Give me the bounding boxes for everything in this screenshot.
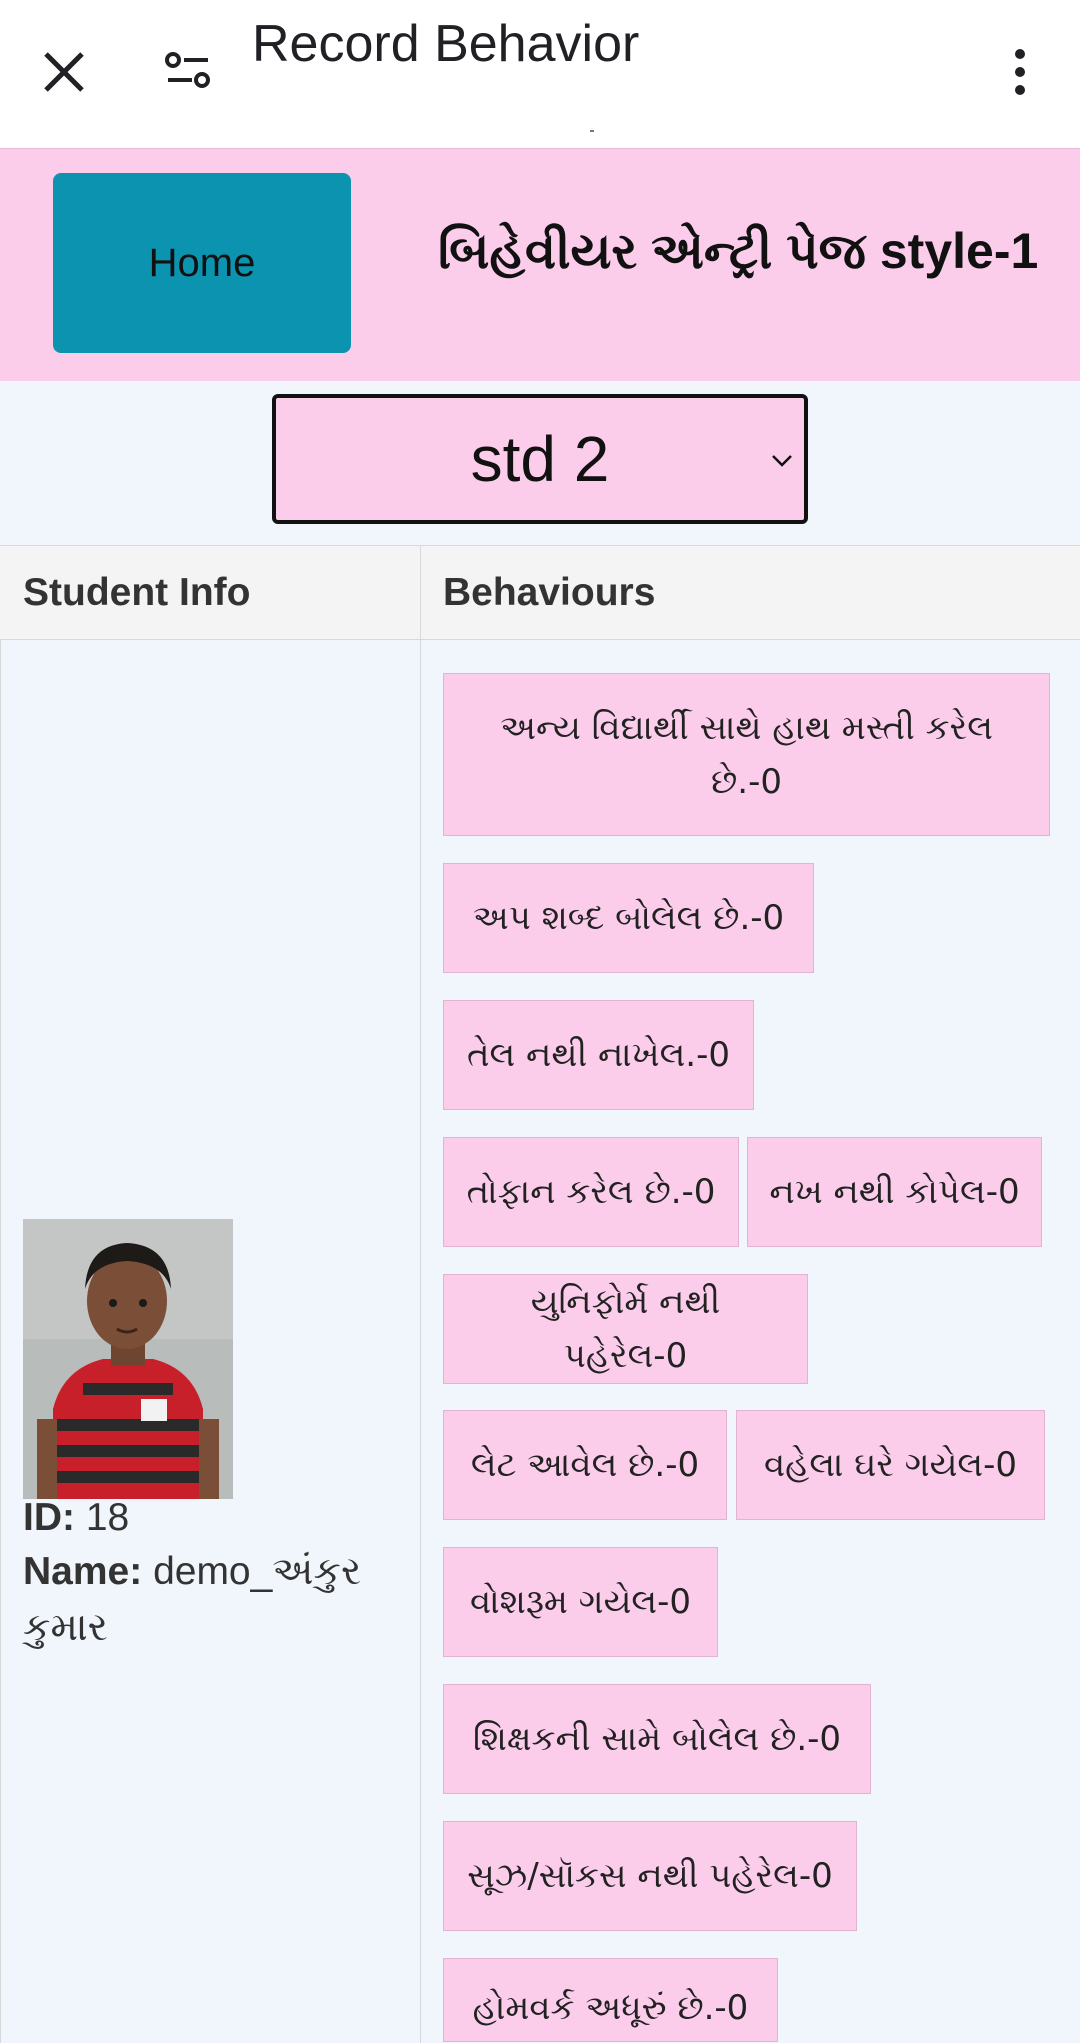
app-bar: Record Behavior [0,0,1080,148]
student-id-line: ID: 18 [23,1496,129,1540]
behaviour-button[interactable]: અન્ય વિદ્યાર્થી સાથે હાથ મસ્તી કરેલ છે.-… [443,673,1050,836]
behaviour-button[interactable]: શિક્ષકની સામે બોલેલ છે.-0 [443,1684,871,1794]
behaviour-button[interactable]: નખ નથી કોપેલ-0 [747,1137,1042,1247]
more-options-icon[interactable] [1000,44,1040,100]
home-button[interactable]: Home [53,173,351,353]
behaviour-button[interactable]: વોશરૂમ ગયેલ-0 [443,1547,718,1657]
student-name-label: Name: [23,1550,143,1593]
table-border [0,546,1,2043]
behaviour-button[interactable]: યુનિફોર્મ નથી પહેરેલ-0 [443,1274,808,1384]
page-title: Record Behavior [252,15,640,73]
standard-select-value: std 2 [470,423,610,495]
chevron-down-icon [772,455,792,467]
page-heading: બિહેવીયર એન્ટ્રી પેજ style-1 [438,223,1039,279]
table-header-row: Student Info Behaviours [0,546,1080,640]
standard-select[interactable]: std 2 [272,394,808,524]
behaviour-button[interactable]: અપ શબ્દ બોલેલ છે.-0 [443,863,814,973]
header-behaviours: Behaviours [443,570,656,614]
student-id-value: 18 [85,1496,130,1539]
student-photo-image [23,1219,233,1499]
column-divider [420,546,421,2043]
header-student-info: Student Info [23,570,251,614]
filter-settings-icon[interactable] [160,44,216,100]
behaviour-button[interactable]: તેલ નથી નાખેલ.-0 [443,1000,754,1110]
progress-dot [590,130,594,132]
behaviour-button[interactable]: વહેલા ઘરે ગયેલ-0 [736,1410,1045,1520]
student-photo [23,1219,233,1499]
behaviour-button[interactable]: લેટ આવેલ છે.-0 [443,1410,727,1520]
behaviour-button[interactable]: તોફાન કરેલ છે.-0 [443,1137,739,1247]
student-name-line: Name: demo_અંકુર કુમાર [23,1544,403,1656]
behaviour-button[interactable]: હોમવર્ક અધૂરું છે.-0 [443,1958,778,2042]
close-icon[interactable] [36,44,92,100]
student-id-label: ID: [23,1496,75,1539]
behaviour-button[interactable]: સૂઝ/સૉકસ નથી પહેરેલ-0 [443,1821,857,1931]
